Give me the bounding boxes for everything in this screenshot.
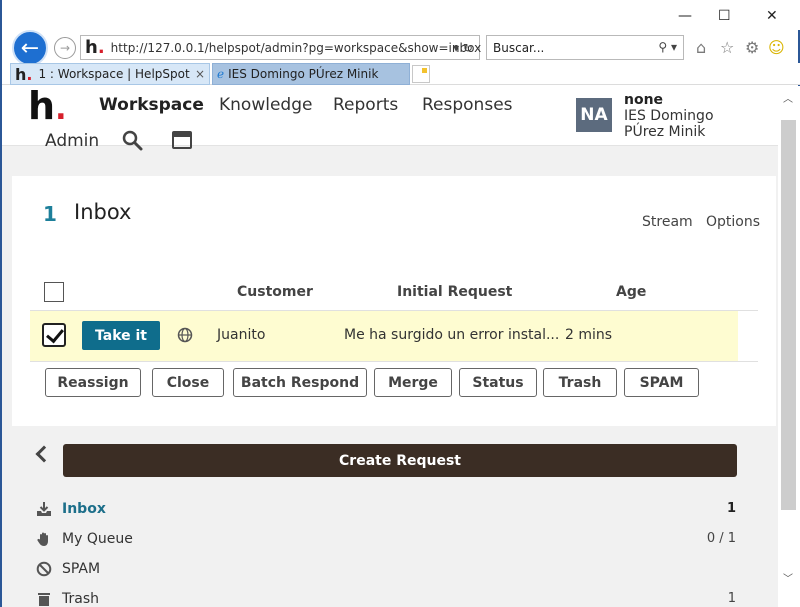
minimize-button[interactable]: — [678, 8, 692, 24]
inbox-download-icon [37, 502, 51, 516]
row-checkbox-checked[interactable] [42, 323, 66, 347]
request-cell[interactable]: Me ha surgido un error instal... [344, 327, 559, 343]
nav-knowledge[interactable]: Knowledge [219, 95, 312, 115]
nav-workspace[interactable]: Workspace [99, 95, 204, 115]
tab-strip: h. 1 : Workspace | HelpSpot × ℯ IES Domi… [2, 63, 800, 85]
select-all-checkbox[interactable] [44, 282, 64, 302]
inbox-count: 1 [43, 202, 57, 226]
helpspot-tab-icon: h. [15, 64, 33, 84]
queue-count: 0 / 1 [706, 531, 736, 546]
user-name[interactable]: none [624, 92, 663, 108]
browser-search-box[interactable]: Buscar... ⚲ ▾ [486, 35, 684, 60]
scrollbar-thumb[interactable] [781, 120, 796, 510]
queue-label: My Queue [62, 531, 133, 547]
batch-respond-button[interactable]: Batch Respond [233, 368, 367, 397]
workspace-window-icon[interactable] [172, 131, 192, 149]
user-organization: IES Domingo PÚrez Minik [624, 108, 714, 140]
address-dropdown-refresh-icon[interactable]: ▾ ↻ [453, 41, 473, 55]
nav-responses[interactable]: Responses [422, 95, 513, 115]
helpspot-page: h. Workspace Knowledge Reports Responses… [2, 86, 778, 607]
trash-icon [38, 593, 50, 606]
nav-admin[interactable]: Admin [45, 131, 99, 151]
browser-window: — ☐ ✕ ← → h. http://127.0.0.1/helpspot/a… [0, 0, 800, 607]
tab-workspace[interactable]: h. 1 : Workspace | HelpSpot × [10, 63, 210, 85]
queue-item-spam[interactable]: SPAM [36, 558, 736, 582]
age-cell: 2 mins [565, 327, 613, 343]
back-button[interactable]: ← [12, 30, 48, 66]
options-link[interactable]: Options [706, 214, 760, 230]
reassign-button[interactable]: Reassign [45, 368, 141, 397]
new-tab-button[interactable] [412, 65, 430, 83]
ban-icon [36, 561, 52, 577]
scroll-up-arrow-icon[interactable]: ︿ [783, 90, 793, 105]
favorites-star-icon[interactable]: ☆ [720, 38, 734, 57]
row-divider [30, 361, 758, 362]
settings-gear-icon[interactable]: ⚙ [745, 38, 759, 57]
smiley-feedback-icon[interactable]: ☺ [768, 38, 785, 57]
queue-item-my-queue[interactable]: My Queue 0 / 1 [36, 528, 736, 552]
create-request-button[interactable]: Create Request [63, 444, 737, 477]
queue-item-inbox[interactable]: Inbox 1 [36, 498, 736, 522]
column-header-initial-request[interactable]: Initial Request [397, 284, 512, 300]
tab-ies[interactable]: ℯ IES Domingo PÚrez Minik [212, 63, 410, 85]
column-header-customer[interactable]: Customer [237, 284, 313, 300]
status-button[interactable]: Status [459, 368, 537, 397]
page-scrollbar[interactable]: ︿ ﹀ [778, 86, 800, 607]
helpspot-favicon-icon: h. [85, 37, 105, 58]
helpspot-logo[interactable]: h. [28, 86, 66, 128]
close-button[interactable]: Close [152, 368, 224, 397]
queue-label: SPAM [62, 561, 101, 577]
hand-icon [37, 532, 48, 546]
column-header-age[interactable]: Age [616, 284, 646, 300]
search-icon[interactable] [122, 130, 144, 152]
home-icon[interactable]: ⌂ [696, 38, 706, 57]
globe-icon [177, 327, 193, 343]
queue-sidebar: Create Request Inbox 1 My Queue 0 / 1 SP… [12, 428, 776, 607]
stream-link[interactable]: Stream [642, 214, 693, 230]
nav-reports[interactable]: Reports [333, 95, 398, 115]
queue-label: Inbox [62, 501, 106, 517]
maximize-button[interactable]: ☐ [718, 8, 731, 24]
spam-button[interactable]: SPAM [624, 368, 699, 397]
merge-button[interactable]: Merge [374, 368, 452, 397]
ie-tab-icon: ℯ [217, 67, 225, 81]
queue-count: 1 [727, 591, 736, 606]
user-avatar[interactable]: NA [576, 98, 612, 132]
queue-count: 1 [726, 501, 736, 516]
queue-item-trash[interactable]: Trash 1 [36, 588, 736, 607]
tab-label: IES Domingo PÚrez Minik [228, 67, 379, 81]
search-magnifier-icon[interactable]: ⚲ ▾ [658, 40, 677, 54]
queue-label: Trash [62, 591, 99, 607]
forward-button[interactable]: → [54, 37, 76, 59]
trash-button[interactable]: Trash [543, 368, 617, 397]
scroll-down-arrow-icon[interactable]: ﹀ [783, 570, 793, 585]
address-bar[interactable]: h. http://127.0.0.1/helpspot/admin?pg=wo… [80, 35, 482, 60]
take-it-button[interactable]: Take it [82, 321, 160, 350]
browser-toolbar: ← → h. http://127.0.0.1/helpspot/admin?p… [2, 30, 800, 66]
tab-close-icon[interactable]: × [195, 67, 205, 81]
collapse-chevron-icon[interactable] [35, 445, 53, 463]
title-bar: — ☐ ✕ [2, 0, 800, 30]
tab-label: 1 : Workspace | HelpSpot [38, 67, 190, 81]
page-title: Inbox [74, 200, 132, 224]
browser-search-placeholder: Buscar... [493, 41, 545, 55]
inbox-card: 1 Inbox Stream Options Customer Initial … [12, 176, 776, 426]
top-navigation: h. Workspace Knowledge Reports Responses… [2, 86, 778, 151]
table-row[interactable]: Take it Juanito Me ha surgido un error i… [30, 311, 738, 361]
close-window-button[interactable]: ✕ [766, 8, 778, 24]
customer-cell[interactable]: Juanito [217, 327, 265, 343]
address-url[interactable]: http://127.0.0.1/helpspot/admin?pg=works… [111, 41, 482, 55]
